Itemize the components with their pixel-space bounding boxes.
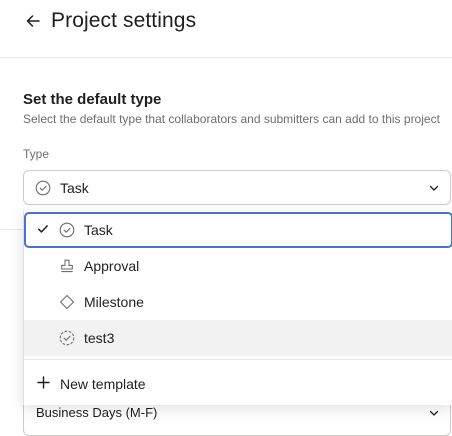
type-field-label: Type [23,147,50,161]
chevron-down-icon [429,185,439,191]
chevron-down-icon [429,410,439,416]
circle-check-icon [35,180,51,196]
dropdown-option-label: test3 [84,330,115,346]
dropdown-option-label: Task [84,222,113,238]
page-header: Project settings [0,0,452,58]
stamp-icon [61,259,73,273]
page-title: Project settings [51,9,197,32]
dashed-circle-check-icon [59,330,75,346]
dropdown-option-approval[interactable]: Approval [24,248,452,284]
new-template-button[interactable]: New template [24,366,452,402]
type-select-value: Task [60,180,89,196]
dropdown-option-label: Approval [84,258,140,274]
back-button[interactable] [23,11,43,31]
arrow-left-icon [26,15,40,27]
dropdown-option-label: Milestone [84,294,144,310]
dropdown-option-test3[interactable]: test3 [24,320,452,356]
background-divider [0,229,23,230]
dropdown-option-milestone[interactable]: Milestone [24,284,452,320]
section-title: Set the default type [23,91,162,108]
new-template-label: New template [60,376,146,392]
dropdown-divider [24,359,452,360]
type-select[interactable]: Task [23,170,451,205]
dropdown-option-task[interactable]: Task [24,212,452,248]
circle-check-icon [59,222,75,238]
working-days-value: Business Days (M-F) [36,405,158,420]
type-dropdown-menu: Task Approval Milestone test3 New templa… [23,211,452,405]
checkmark-icon [38,225,48,233]
plus-icon [37,376,50,389]
diamond-icon [59,294,75,310]
section-description: Select the default type that collaborato… [23,112,440,126]
